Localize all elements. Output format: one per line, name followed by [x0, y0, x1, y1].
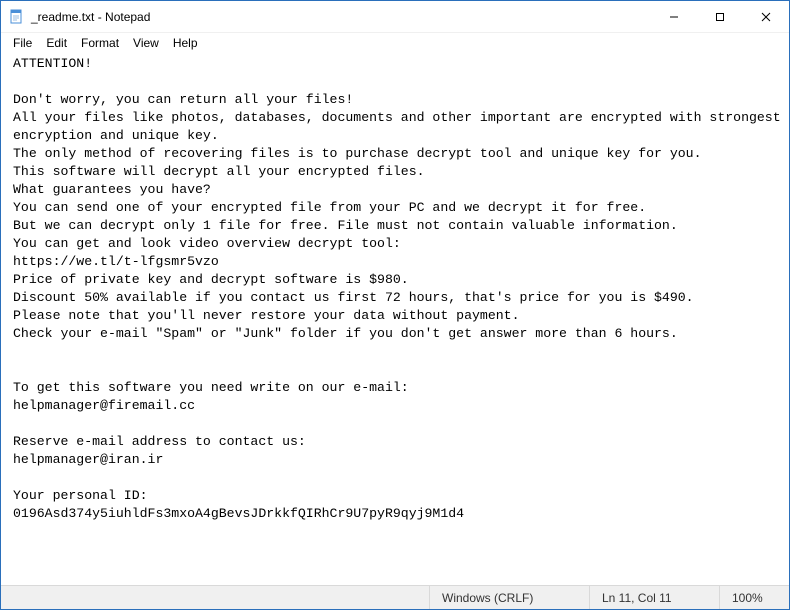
status-line-ending: Windows (CRLF): [429, 586, 589, 609]
menu-help[interactable]: Help: [167, 35, 204, 51]
titlebar: _readme.txt - Notepad: [1, 1, 789, 33]
minimize-button[interactable]: [651, 1, 697, 33]
text-editor[interactable]: ATTENTION! Don't worry, you can return a…: [1, 53, 789, 585]
status-spacer: [1, 586, 429, 609]
menu-view[interactable]: View: [127, 35, 165, 51]
menu-file[interactable]: File: [7, 35, 38, 51]
menubar: File Edit Format View Help: [1, 33, 789, 53]
window-title: _readme.txt - Notepad: [31, 10, 150, 24]
close-button[interactable]: [743, 1, 789, 33]
statusbar: Windows (CRLF) Ln 11, Col 11 100%: [1, 585, 789, 609]
notepad-icon: [9, 9, 25, 25]
menu-edit[interactable]: Edit: [40, 35, 73, 51]
status-cursor: Ln 11, Col 11: [589, 586, 719, 609]
menu-format[interactable]: Format: [75, 35, 125, 51]
status-zoom: 100%: [719, 586, 789, 609]
notepad-window: _readme.txt - Notepad File Edit Format V…: [0, 0, 790, 610]
maximize-button[interactable]: [697, 1, 743, 33]
